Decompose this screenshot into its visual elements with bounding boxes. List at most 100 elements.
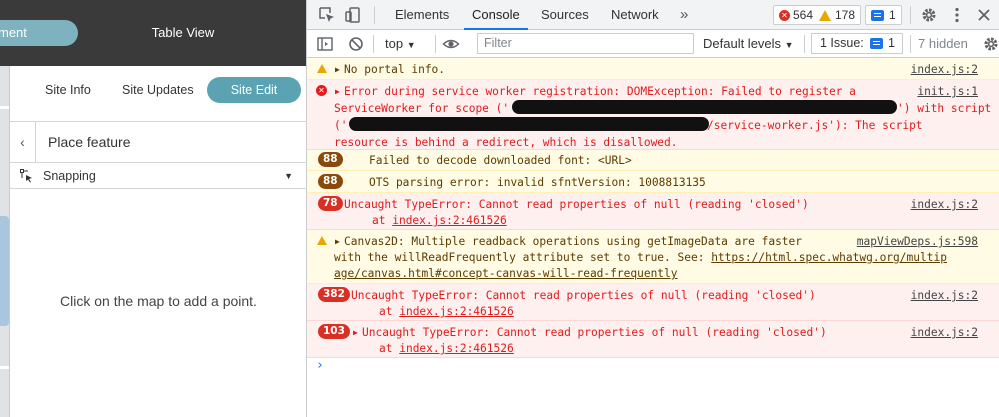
redaction-mark: [349, 117, 709, 131]
snapping-label: Snapping: [43, 169, 96, 183]
toolbar-divider: [804, 35, 805, 53]
message-text: ServiceWorker for scope (': [334, 102, 510, 115]
console-message-warning[interactable]: 88 OTS parsing error: invalid sfntVersio…: [307, 171, 999, 193]
expand-arrow-icon[interactable]: ▶: [335, 61, 340, 78]
toolbar-divider: [374, 6, 375, 24]
console-message-error[interactable]: ✕ ▶ Error during service worker registra…: [307, 80, 999, 150]
eye-icon[interactable]: [442, 35, 460, 53]
log-levels-dropdown[interactable]: Default levels ▼: [703, 30, 794, 59]
issues-label: 1 Issue:: [820, 36, 864, 50]
tab-site-info[interactable]: Site Info: [45, 77, 91, 103]
source-link[interactable]: index.js:2: [911, 196, 978, 213]
tab-site-edit[interactable]: Site Edit: [207, 77, 301, 103]
error-icon: ✕: [779, 10, 790, 21]
message-text: /service-worker.js'): The script: [707, 119, 923, 132]
console-toolbar: top ▼ Filter Default levels ▼ 1 Issue: 1…: [307, 30, 999, 58]
filter-input[interactable]: Filter: [477, 33, 694, 54]
message-icon: [870, 38, 883, 49]
console-message-warning[interactable]: ▶ No portal info. index.js:2: [307, 58, 999, 80]
console-message-error[interactable]: 382 Uncaught TypeError: Cannot read prop…: [307, 284, 999, 321]
source-link[interactable]: init.js:1: [917, 83, 978, 100]
redaction-mark: [512, 100, 897, 114]
error-count: 564: [793, 8, 814, 22]
header-nav-button[interactable]: ment: [0, 20, 78, 46]
context-value: top: [385, 36, 404, 51]
tab-site-updates[interactable]: Site Updates: [122, 77, 194, 103]
repeat-count-badge: 78: [318, 196, 343, 211]
warning-count: 178: [835, 8, 856, 22]
side-panel: Site Info Site Updates Site Edit ‹ Place…: [9, 66, 306, 417]
caret-down-icon: ▼: [784, 40, 794, 50]
message-text: OTS parsing error: invalid sfntVersion: …: [369, 176, 706, 189]
more-vert-icon[interactable]: [948, 6, 966, 24]
snapping-dropdown[interactable]: Snapping ▼: [10, 163, 306, 189]
devtools-main-toolbar: Elements Console Sources Network » ✕ 564…: [307, 0, 999, 30]
hidden-messages-count: 7 hidden: [918, 36, 968, 51]
gear-icon[interactable]: [982, 35, 999, 53]
stack-prefix: at: [379, 342, 400, 355]
toolbar-divider: [435, 35, 436, 53]
warning-icon: [819, 10, 831, 21]
toolbar-divider: [910, 6, 911, 24]
tab-console[interactable]: Console: [464, 0, 528, 30]
repeat-count-badge: 382: [318, 287, 350, 302]
place-feature-header: ‹ Place feature: [10, 121, 306, 163]
clear-icon[interactable]: [347, 35, 365, 53]
console-message-error[interactable]: 78 Uncaught TypeError: Cannot read prope…: [307, 193, 999, 230]
place-feature-title: Place feature: [48, 134, 131, 150]
inspect-icon[interactable]: [318, 6, 336, 24]
gear-icon[interactable]: [920, 6, 938, 24]
stack-prefix: at: [372, 214, 393, 227]
back-icon[interactable]: ‹: [10, 122, 36, 162]
close-icon[interactable]: [975, 6, 993, 24]
source-link[interactable]: index.js:2: [911, 287, 978, 304]
issues-count: 1: [888, 36, 895, 50]
console-prompt[interactable]: ›: [316, 358, 324, 373]
tab-elements[interactable]: Elements: [395, 0, 449, 30]
docs-link[interactable]: https://html.spec.whatwg.org/multip: [711, 251, 947, 264]
stack-trace: at index.js:2:461526: [379, 340, 514, 357]
message-text: Uncaught TypeError: Cannot read properti…: [362, 326, 827, 339]
console-message-warning[interactable]: 88 Failed to decode downloaded font: <UR…: [307, 150, 999, 171]
sidebar-icon[interactable]: [316, 35, 334, 53]
map-view[interactable]: [0, 66, 9, 417]
panel-tabs: Site Info Site Updates Site Edit: [10, 66, 306, 120]
repeat-count-badge: 88: [318, 152, 343, 167]
message-text-part: with the willReadFrequently attribute se…: [334, 251, 712, 264]
expand-arrow-icon[interactable]: ▶: [335, 83, 340, 100]
message-text: ') with script: [897, 102, 992, 115]
stack-prefix: at: [379, 305, 400, 318]
message-text: with the willReadFrequently attribute se…: [334, 249, 947, 266]
message-text: resource is behind a redirect, which is …: [334, 136, 678, 149]
message-text: No portal info.: [344, 63, 446, 76]
issue-counter[interactable]: ✕ 564 178: [773, 5, 861, 25]
app-header: ment Table View: [0, 0, 306, 66]
expand-arrow-icon[interactable]: ▶: [353, 324, 358, 341]
tab-network[interactable]: Network: [611, 0, 659, 30]
console-message-error[interactable]: 103 ▶ Uncaught TypeError: Cannot read pr…: [307, 321, 999, 358]
table-view-link[interactable]: Table View: [120, 0, 246, 66]
empty-state-message: Click on the map to add a point.: [60, 293, 257, 309]
stack-link[interactable]: index.js:2:461526: [399, 342, 514, 355]
warning-icon: [317, 64, 327, 73]
snapping-icon: [20, 169, 32, 183]
more-tabs-icon[interactable]: »: [680, 0, 688, 29]
source-link[interactable]: index.js:2: [911, 61, 978, 78]
device-toolbar-icon[interactable]: [344, 6, 362, 24]
stack-link[interactable]: index.js:2:461526: [392, 214, 507, 227]
error-icon: ✕: [316, 85, 327, 96]
repeat-count-badge: 88: [318, 174, 343, 189]
source-link[interactable]: index.js:2: [911, 324, 978, 341]
tab-sources[interactable]: Sources: [541, 0, 589, 30]
repeat-count-badge: 103: [318, 324, 350, 339]
toolbar-divider: [910, 35, 911, 53]
issues-button[interactable]: 1 Issue: 1: [811, 33, 903, 54]
source-link[interactable]: mapViewDeps.js:598: [857, 233, 978, 250]
log-levels-label: Default levels: [703, 36, 782, 51]
expand-arrow-icon[interactable]: ▶: [335, 233, 340, 250]
console-message-warning[interactable]: ▶ Canvas2D: Multiple readback operations…: [307, 230, 999, 284]
docs-link[interactable]: age/canvas.html#concept-canvas-will-read…: [334, 265, 678, 282]
info-counter[interactable]: 1: [865, 5, 902, 25]
context-selector[interactable]: top ▼: [385, 30, 416, 59]
stack-link[interactable]: index.js:2:461526: [399, 305, 514, 318]
